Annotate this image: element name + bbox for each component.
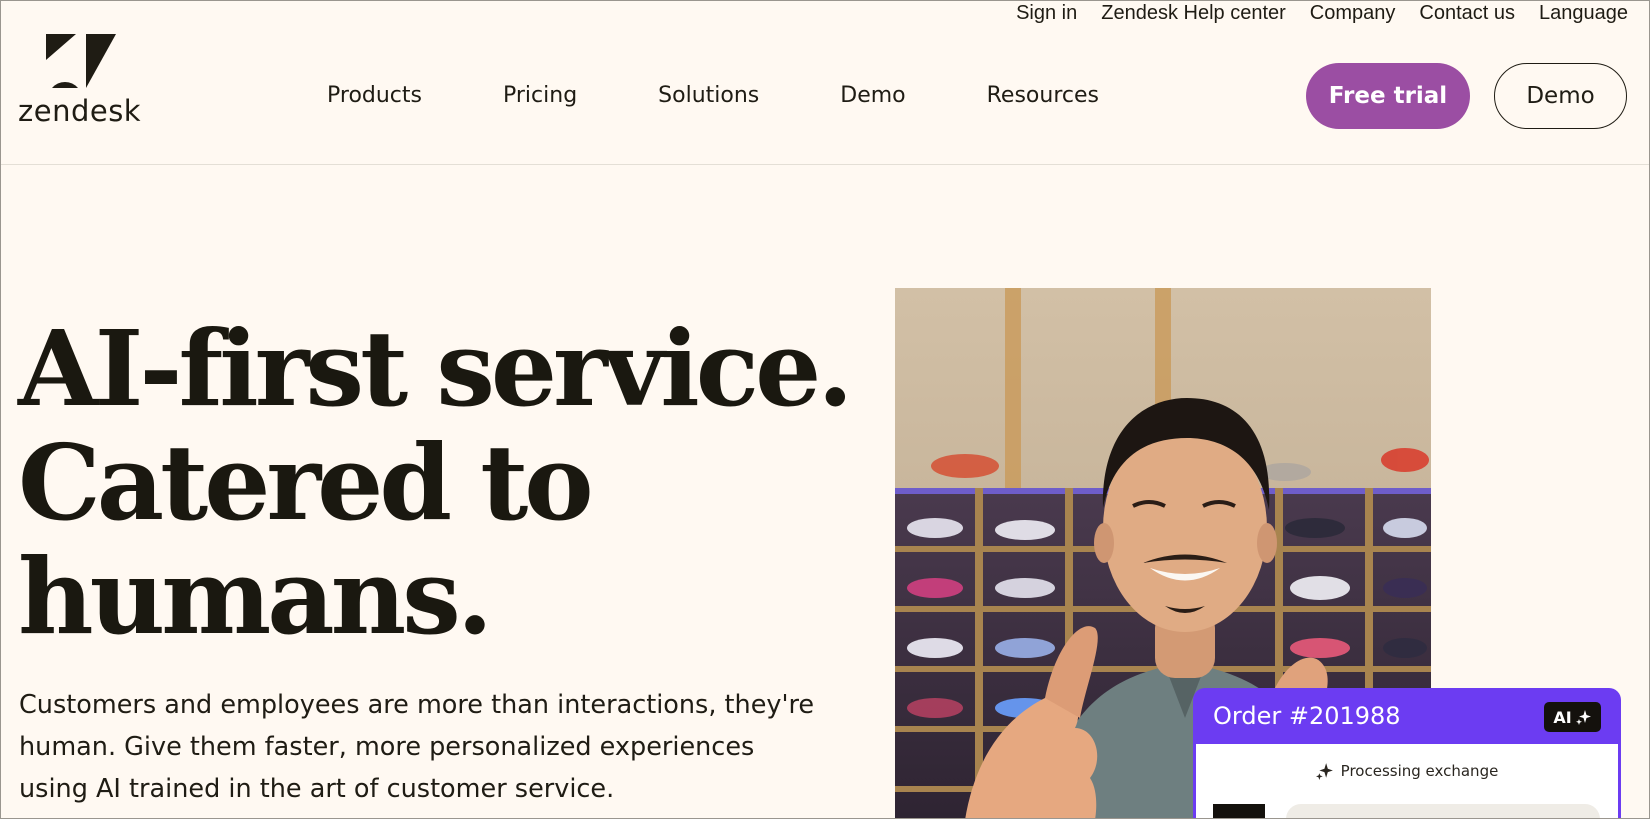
utility-nav: Sign in Zendesk Help center Company Cont… xyxy=(1016,0,1628,26)
order-message-bubble xyxy=(1286,804,1600,819)
nav-demo[interactable]: Demo xyxy=(840,83,905,108)
hero-title: AI-first service. Catered to humans. xyxy=(18,307,854,658)
hero-title-line: AI-first service. xyxy=(18,307,854,430)
nav-pricing[interactable]: Pricing xyxy=(503,83,577,108)
ai-badge: AI xyxy=(1544,702,1601,732)
processing-status-text: Processing exchange xyxy=(1340,762,1499,780)
processing-status: Processing exchange xyxy=(1196,762,1618,780)
order-card-body: Processing exchange xyxy=(1196,744,1618,819)
main-header: zendesk Products Pricing Solutions Demo … xyxy=(0,26,1650,165)
sparkle-icon xyxy=(1315,763,1333,780)
sign-in-link[interactable]: Sign in xyxy=(1016,2,1077,25)
zendesk-logo[interactable]: zendesk xyxy=(18,34,148,134)
ai-badge-label: AI xyxy=(1553,707,1572,727)
sparkle-icon xyxy=(1575,710,1591,725)
hero-title-line: Catered to xyxy=(18,421,594,544)
nav-solutions[interactable]: Solutions xyxy=(658,83,759,108)
hero-subtitle: Customers and employees are more than in… xyxy=(19,690,815,804)
order-title: Order #201988 xyxy=(1213,702,1401,730)
hero-title-line: humans. xyxy=(18,535,493,658)
language-link[interactable]: Language xyxy=(1539,2,1628,25)
help-center-link[interactable]: Zendesk Help center xyxy=(1101,2,1286,25)
nav-products[interactable]: Products xyxy=(327,83,422,108)
order-card: Order #201988 AI Processing exchange xyxy=(1193,688,1621,819)
zendesk-logo-icon xyxy=(46,34,116,88)
order-thumbnail xyxy=(1213,804,1265,819)
contact-us-link[interactable]: Contact us xyxy=(1419,2,1515,25)
company-link[interactable]: Company xyxy=(1310,2,1396,25)
nav-resources[interactable]: Resources xyxy=(987,83,1099,108)
logo-wordmark: zendesk xyxy=(18,94,142,128)
free-trial-button[interactable]: Free trial xyxy=(1306,63,1470,129)
main-nav: Products Pricing Solutions Demo Resource… xyxy=(327,26,1180,165)
demo-button[interactable]: Demo xyxy=(1494,63,1627,129)
